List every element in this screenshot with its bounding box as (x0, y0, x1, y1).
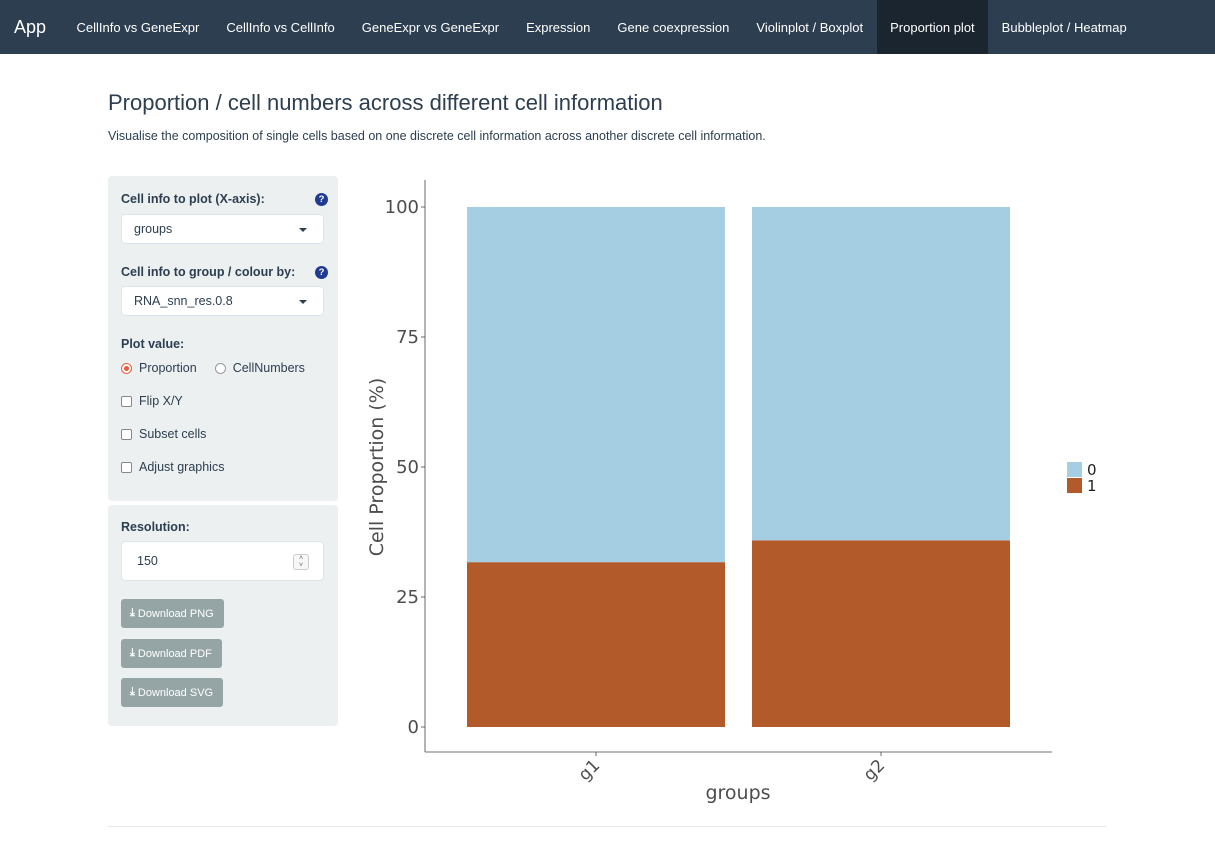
group-by-select[interactable]: RNA_snn_res.0.8 (121, 286, 324, 316)
nav-tab-cellinfo-vs-geneexpr[interactable]: CellInfo vs GeneExpr (63, 0, 213, 54)
bar-g2-series-1 (752, 540, 1010, 727)
help-icon[interactable]: ? (315, 266, 328, 279)
nav-tab-expression[interactable]: Expression (513, 0, 604, 54)
plot-value-label: Plot value: (121, 337, 185, 351)
resolution-input[interactable]: 150 ˄ ˅ (121, 541, 324, 581)
x-axis-select[interactable]: groups (121, 214, 324, 244)
y-tick-label: 25 (396, 587, 419, 608)
chevron-down-icon (299, 228, 307, 232)
flip-xy-checkbox[interactable] (121, 395, 132, 407)
download-pdf-label: Download PDF (137, 647, 212, 660)
nav-tab-violinplot-boxplot[interactable]: Violinplot / Boxplot (743, 0, 877, 54)
page-title: Proportion / cell numbers across differe… (108, 90, 663, 115)
y-tick-label: 100 (385, 197, 419, 218)
plot-options-panel: Cell info to plot (X-axis): ? groups Cel… (108, 176, 338, 501)
download-icon: ⤓ (130, 607, 135, 619)
download-pdf-button[interactable]: ⤓ Download PDF (121, 639, 222, 668)
nav-tab-geneexpr-vs-geneexpr[interactable]: GeneExpr vs GeneExpr (348, 0, 512, 54)
group-by-select-value: RNA_snn_res.0.8 (134, 294, 233, 308)
nav-tab-bubbleplot-heatmap[interactable]: Bubbleplot / Heatmap (988, 0, 1140, 54)
page-subtitle: Visualise the composition of single cell… (108, 129, 766, 143)
resolution-value: 150 (137, 554, 158, 568)
help-icon[interactable]: ? (315, 193, 328, 206)
x-axis-select-value: groups (134, 222, 173, 236)
nav-tab-proportion-plot[interactable]: Proportion plot (876, 0, 989, 54)
legend-swatch-0 (1067, 462, 1082, 477)
subset-cells-option[interactable]: Subset cells (121, 427, 206, 441)
download-svg-label: Download SVG (137, 686, 214, 699)
download-png-button[interactable]: ⤓ Download PNG (121, 599, 224, 628)
legend-label-1: 1 (1087, 477, 1097, 495)
legend-swatch-1 (1067, 478, 1082, 493)
subset-cells-checkbox[interactable] (121, 428, 132, 440)
download-png-label: Download PNG (137, 607, 214, 620)
bar-g1-series-0 (467, 207, 725, 563)
footer-divider (108, 826, 1106, 827)
app-brand[interactable]: App (0, 0, 60, 54)
download-icon: ⤓ (130, 686, 135, 698)
y-tick-label: 50 (396, 457, 419, 478)
adjust-graphics-checkbox[interactable] (121, 461, 132, 473)
download-panel: Resolution: 150 ˄ ˅ ⤓ Download PNG ⤓ Down… (108, 505, 338, 726)
cellnumbers-radio[interactable] (214, 362, 226, 374)
nav-tab-gene-coexpression[interactable]: Gene coexpression (604, 0, 743, 54)
download-icon: ⤓ (130, 647, 135, 659)
proportion-chart: 0255075100g1 g2groupsCell Proportion (%) 0… (366, 180, 1097, 804)
x-tick-label: g1 (575, 756, 604, 785)
nav-tab-cellinfo-vs-cellinfo[interactable]: CellInfo vs CellInfo (213, 0, 348, 54)
number-spinner-icon[interactable]: ˄ ˅ (293, 554, 309, 570)
nav-tabs: CellInfo vs GeneExpr CellInfo vs CellInfo… (63, 0, 1140, 54)
bar-g1-series-1 (467, 562, 725, 727)
plot-value-radio-group: Proportion CellNumbers (121, 361, 323, 375)
y-tick-label: 75 (396, 327, 419, 348)
resolution-label: Resolution: (121, 520, 190, 534)
y-tick-label: 0 (408, 717, 419, 738)
download-svg-button[interactable]: ⤓ Download SVG (121, 678, 224, 707)
top-navbar: App CellInfo vs GeneExpr CellInfo vs Cell… (0, 0, 1215, 54)
bar-g2-series-0 (752, 207, 1010, 541)
group-by-label: Cell info to group / colour by: (121, 265, 296, 279)
proportion-radio-label[interactable]: Proportion (139, 361, 197, 375)
proportion-radio[interactable] (121, 362, 132, 374)
flip-xy-label[interactable]: Flip X/Y (139, 394, 183, 408)
x-axis-label: Cell info to plot (X-axis): (121, 192, 265, 206)
cellnumbers-radio-label[interactable]: CellNumbers (233, 361, 305, 375)
adjust-graphics-option[interactable]: Adjust graphics (121, 460, 224, 474)
chevron-down-icon (299, 300, 307, 304)
adjust-graphics-label[interactable]: Adjust graphics (139, 460, 224, 474)
x-axis-title: groups (705, 782, 770, 804)
subset-cells-label[interactable]: Subset cells (139, 427, 206, 441)
y-axis-title: Cell Proportion (%) (366, 378, 388, 557)
flip-xy-option[interactable]: Flip X/Y (121, 394, 183, 408)
x-tick-label: g2 (860, 756, 889, 785)
